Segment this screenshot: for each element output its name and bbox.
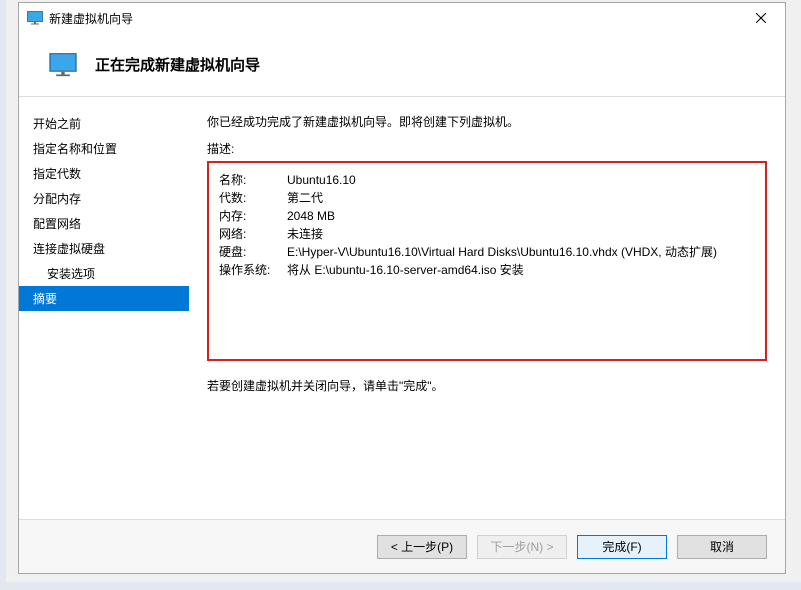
sidebar-step-label: 摘要 bbox=[33, 292, 57, 306]
next-button: 下一步(N) > bbox=[477, 535, 567, 559]
wizard-header-title: 正在完成新建虚拟机向导 bbox=[95, 54, 260, 75]
summary-closing-text: 若要创建虚拟机并关闭向导，请单击"完成"。 bbox=[207, 377, 767, 394]
close-icon bbox=[756, 13, 766, 23]
wizard-window: 新建虚拟机向导 正在完成新建虚拟机向导 开始之前 指定名称和位置 指定代数 分配… bbox=[18, 2, 786, 574]
summary-row-name: 名称: Ubuntu16.10 bbox=[219, 171, 755, 189]
summary-os-label: 操作系统: bbox=[219, 261, 287, 279]
sidebar-step-label: 连接虚拟硬盘 bbox=[33, 242, 105, 256]
previous-button[interactable]: < 上一步(P) bbox=[377, 535, 467, 559]
wizard-content: 你已经成功完成了新建虚拟机向导。即将创建下列虚拟机。 描述: 名称: Ubunt… bbox=[189, 97, 785, 519]
sidebar-step-label: 配置网络 bbox=[33, 217, 81, 231]
titlebar: 新建虚拟机向导 bbox=[19, 3, 785, 33]
sidebar-step-memory[interactable]: 分配内存 bbox=[19, 186, 189, 211]
summary-row-disk: 硬盘: E:\Hyper-V\Ubuntu16.10\Virtual Hard … bbox=[219, 243, 755, 261]
sidebar-step-install-options[interactable]: 安装选项 bbox=[19, 261, 189, 286]
sidebar-step-label: 开始之前 bbox=[33, 117, 81, 131]
summary-name-value: Ubuntu16.10 bbox=[287, 171, 755, 189]
sidebar-step-virtual-disk[interactable]: 连接虚拟硬盘 bbox=[19, 236, 189, 261]
summary-intro-text: 你已经成功完成了新建虚拟机向导。即将创建下列虚拟机。 bbox=[207, 113, 767, 130]
summary-row-network: 网络: 未连接 bbox=[219, 225, 755, 243]
sidebar-step-label: 安装选项 bbox=[47, 267, 95, 281]
sidebar-step-label: 分配内存 bbox=[33, 192, 81, 206]
summary-name-label: 名称: bbox=[219, 171, 287, 189]
sidebar-step-name-location[interactable]: 指定名称和位置 bbox=[19, 136, 189, 161]
wizard-header: 正在完成新建虚拟机向导 bbox=[19, 33, 785, 97]
close-button[interactable] bbox=[739, 5, 783, 31]
summary-row-memory: 内存: 2048 MB bbox=[219, 207, 755, 225]
summary-gen-value: 第二代 bbox=[287, 189, 755, 207]
wizard-steps-sidebar: 开始之前 指定名称和位置 指定代数 分配内存 配置网络 连接虚拟硬盘 安装选项 … bbox=[19, 97, 189, 519]
summary-box: 名称: Ubuntu16.10 代数: 第二代 内存: 2048 MB 网络: … bbox=[207, 161, 767, 361]
finish-button[interactable]: 完成(F) bbox=[577, 535, 667, 559]
sidebar-step-label: 指定代数 bbox=[33, 167, 81, 181]
sidebar-step-label: 指定名称和位置 bbox=[33, 142, 117, 156]
summary-gen-label: 代数: bbox=[219, 189, 287, 207]
sidebar-step-before-begin[interactable]: 开始之前 bbox=[19, 111, 189, 136]
summary-os-value: 将从 E:\ubuntu-16.10-server-amd64.iso 安装 bbox=[287, 261, 755, 279]
sidebar-step-summary[interactable]: 摘要 bbox=[19, 286, 189, 311]
summary-row-os: 操作系统: 将从 E:\ubuntu-16.10-server-amd64.is… bbox=[219, 261, 755, 279]
summary-mem-value: 2048 MB bbox=[287, 207, 755, 225]
sidebar-step-generation[interactable]: 指定代数 bbox=[19, 161, 189, 186]
summary-net-label: 网络: bbox=[219, 225, 287, 243]
summary-disk-label: 硬盘: bbox=[219, 243, 287, 261]
summary-disk-value: E:\Hyper-V\Ubuntu16.10\Virtual Hard Disk… bbox=[287, 243, 755, 261]
summary-mem-label: 内存: bbox=[219, 207, 287, 225]
wizard-footer: < 上一步(P) 下一步(N) > 完成(F) 取消 bbox=[19, 519, 785, 573]
sidebar-step-network[interactable]: 配置网络 bbox=[19, 211, 189, 236]
app-icon bbox=[27, 10, 43, 26]
window-title: 新建虚拟机向导 bbox=[49, 10, 133, 27]
description-label: 描述: bbox=[207, 140, 767, 157]
cancel-button[interactable]: 取消 bbox=[677, 535, 767, 559]
wizard-body: 开始之前 指定名称和位置 指定代数 分配内存 配置网络 连接虚拟硬盘 安装选项 … bbox=[19, 97, 785, 519]
summary-net-value: 未连接 bbox=[287, 225, 755, 243]
wizard-header-icon bbox=[47, 51, 79, 79]
summary-row-generation: 代数: 第二代 bbox=[219, 189, 755, 207]
